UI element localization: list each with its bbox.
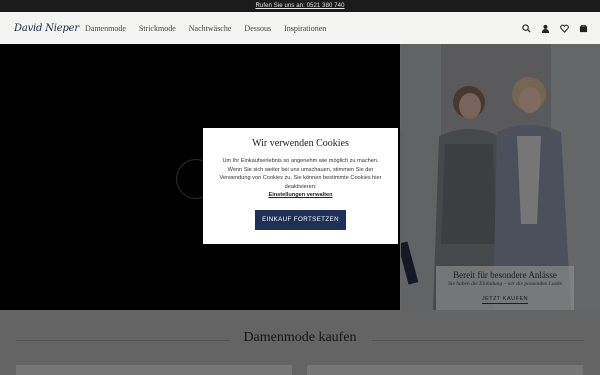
nav-item-dessous[interactable]: Dessous	[244, 24, 271, 33]
continue-shopping-button[interactable]: EINKAUF FORTSETZEN	[255, 209, 346, 230]
cookie-title: Wir verwenden Cookies	[252, 138, 349, 149]
cookie-message: Um Ihr Einkaufserlebnis so angenehm wie …	[215, 157, 386, 200]
cookie-dialog: Wir verwenden Cookies Um Ihr Einkaufserl…	[203, 128, 398, 244]
cart-icon[interactable]	[578, 23, 588, 33]
header-icons	[521, 23, 588, 33]
manage-settings-link[interactable]: Einstellungen verwalten	[268, 191, 332, 200]
nav-menu: Damenmode Strickmode Nachtwäsche Dessous…	[85, 24, 326, 33]
top-bar: Rufen Sie uns an: 0521 380 740	[0, 0, 600, 12]
nav-item-inspirationen[interactable]: Inspirationen	[284, 24, 326, 33]
cookie-body-text: Um Ihr Einkaufserlebnis so angenehm wie …	[219, 158, 382, 190]
wishlist-icon[interactable]	[559, 23, 569, 33]
nav-item-strickmode[interactable]: Strickmode	[139, 24, 176, 33]
account-icon[interactable]	[540, 23, 550, 33]
search-icon[interactable]	[521, 23, 531, 33]
phone-link[interactable]: Rufen Sie uns an: 0521 380 740	[255, 3, 344, 9]
main-navigation: David Nieper Damenmode Strickmode Nachtw…	[0, 12, 600, 44]
nav-item-nachtwaesche[interactable]: Nachtwäsche	[189, 24, 232, 33]
brand-logo[interactable]: David Nieper	[14, 23, 84, 34]
nav-item-damenmode[interactable]: Damenmode	[85, 24, 126, 33]
